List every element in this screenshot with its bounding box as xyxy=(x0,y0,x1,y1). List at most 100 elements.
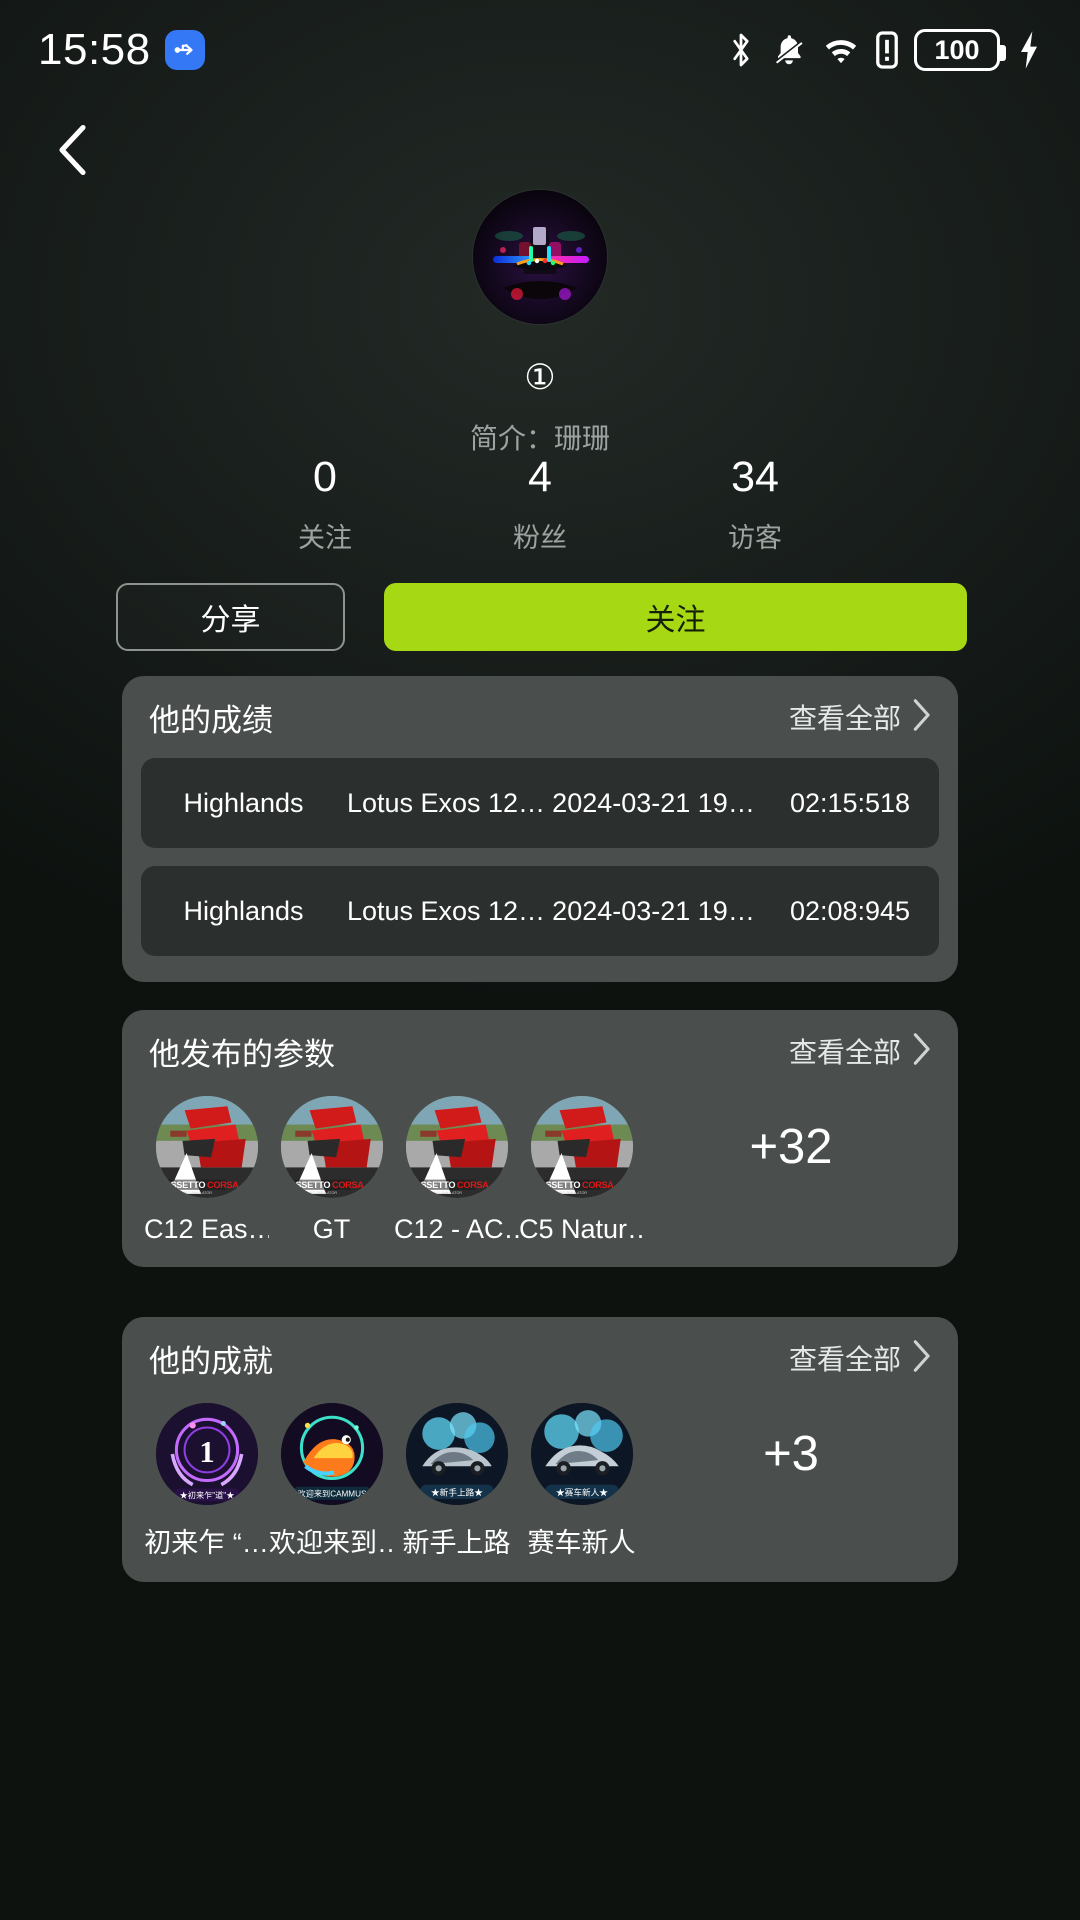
results-view-all-label: 查看全部 xyxy=(788,703,901,734)
setups-card: 他发布的参数 查看全部 ASSETTO CORSA YOUR RACING SI… xyxy=(122,1010,958,1267)
profile-screen: 15:58 100 ① 简介：珊珊 0 关注 4 粉丝 34 访客 分享 关注 … xyxy=(0,0,1080,1920)
svg-text:CORSA: CORSA xyxy=(207,1180,239,1190)
result-time: 02:15:518 xyxy=(789,787,911,818)
list-item[interactable]: ASSETTO CORSA YOUR RACING SIMULATOR C12 … xyxy=(144,1096,269,1245)
back-chevron-icon xyxy=(51,120,97,185)
svg-text:YOUR RACING SIMULATOR: YOUR RACING SIMULATOR xyxy=(539,1191,587,1195)
list-item[interactable]: ASSETTO CORSA YOUR RACING SIMULATOR GT xyxy=(269,1096,394,1245)
racing-rookie-badge-icon: ★赛车新人★ xyxy=(530,1403,633,1505)
svg-text:1: 1 xyxy=(199,1435,214,1469)
achievement-label: 新手上路 xyxy=(402,1528,511,1558)
table-row[interactable]: Highlands Lotus Exos 12… 2024-03-21 19… … xyxy=(141,866,939,956)
results-card-title: 他的成绩 xyxy=(149,702,273,738)
avatar[interactable] xyxy=(473,190,607,324)
chevron-right-icon xyxy=(911,1032,931,1071)
battery-level: 100 xyxy=(934,34,980,65)
svg-text:YOUR RACING SIMULATOR: YOUR RACING SIMULATOR xyxy=(414,1191,462,1195)
svg-text:CORSA: CORSA xyxy=(332,1180,364,1190)
status-bar-right: 100 xyxy=(726,29,1042,71)
assetto-corsa-cover-icon: ASSETTO CORSA YOUR RACING SIMULATOR xyxy=(155,1096,258,1198)
setups-more-count[interactable]: +32 xyxy=(644,1096,938,1198)
svg-text:ASSETTO: ASSETTO xyxy=(289,1180,330,1190)
table-row[interactable]: Highlands Lotus Exos 12… 2024-03-21 19… … xyxy=(141,758,939,848)
profile-bio: 简介：珊珊 xyxy=(469,423,610,454)
achievements-view-all-label: 查看全部 xyxy=(788,1344,901,1375)
achievements-badge-list: 1 ★初来乍"道"★ 初来乍 “… 欢迎来到CAMMUS 欢迎来到… ★新手上路… xyxy=(122,1399,958,1560)
result-track: Highlands xyxy=(183,787,304,818)
follow-button[interactable]: 关注 xyxy=(384,583,967,651)
status-bar: 15:58 100 xyxy=(0,0,1080,100)
svg-text:★初来乍"道"★: ★初来乍"道"★ xyxy=(179,1490,234,1500)
setups-view-all-label: 查看全部 xyxy=(788,1037,901,1068)
list-item[interactable]: 1 ★初来乍"道"★ 初来乍 “… xyxy=(144,1403,269,1560)
profile-actions: 分享 关注 xyxy=(116,583,967,651)
setups-card-title: 他发布的参数 xyxy=(149,1036,335,1072)
assetto-corsa-cover-icon: ASSETTO CORSA YOUR RACING SIMULATOR xyxy=(530,1096,633,1198)
achievements-card-header: 他的成就 查看全部 xyxy=(122,1317,958,1399)
stat-label: 粉丝 xyxy=(513,523,567,554)
achievement-label: 初来乍 “… xyxy=(144,1528,269,1558)
result-car: Lotus Exos 12… xyxy=(346,787,546,818)
stat-fans[interactable]: 4 粉丝 xyxy=(433,453,648,555)
results-card-header: 他的成绩 查看全部 xyxy=(122,676,958,758)
setups-card-header: 他发布的参数 查看全部 xyxy=(122,1010,958,1092)
result-track: Highlands xyxy=(183,895,304,926)
status-bar-clock: 15:58 xyxy=(38,25,151,74)
svg-text:★赛车新人★: ★赛车新人★ xyxy=(556,1486,608,1497)
list-item[interactable]: ★新手上路★ 新手上路 xyxy=(394,1403,519,1560)
svg-text:CORSA: CORSA xyxy=(457,1180,489,1190)
list-item[interactable]: 欢迎来到CAMMUS 欢迎来到… xyxy=(269,1403,394,1560)
avatar-wrapper xyxy=(0,190,1080,324)
svg-text:ASSETTO: ASSETTO xyxy=(414,1180,455,1190)
list-item[interactable]: ASSETTO CORSA YOUR RACING SIMULATOR C12 … xyxy=(394,1096,519,1245)
svg-text:欢迎来到CAMMUS: 欢迎来到CAMMUS xyxy=(297,1488,366,1498)
svg-text:★新手上路★: ★新手上路★ xyxy=(431,1486,483,1497)
svg-text:ASSETTO: ASSETTO xyxy=(164,1180,205,1190)
novice-driver-badge-icon: ★新手上路★ xyxy=(405,1403,508,1505)
stat-visitors[interactable]: 34 访客 xyxy=(648,453,863,555)
result-car: Lotus Exos 12… xyxy=(346,895,546,926)
achievements-card-title: 他的成就 xyxy=(149,1343,273,1379)
svg-text:CORSA: CORSA xyxy=(582,1180,614,1190)
first-visit-badge-icon: 1 ★初来乍"道"★ xyxy=(155,1403,258,1505)
achievement-label: 欢迎来到… xyxy=(269,1528,394,1558)
achievements-card: 他的成就 查看全部 1 ★初来乍"道"★ 初来乍 “… 欢迎来到CAMMUS 欢… xyxy=(122,1317,958,1582)
svg-text:YOUR RACING SIMULATOR: YOUR RACING SIMULATOR xyxy=(289,1191,337,1195)
list-item[interactable]: ★赛车新人★ 赛车新人 xyxy=(519,1403,644,1560)
setups-view-all-button[interactable]: 查看全部 xyxy=(789,1031,931,1071)
chevron-right-icon xyxy=(911,698,931,737)
stat-value: 34 xyxy=(731,453,779,501)
stat-following[interactable]: 0 关注 xyxy=(218,453,433,555)
profile-stats: 0 关注 4 粉丝 34 访客 xyxy=(0,453,1080,555)
list-item[interactable]: ASSETTO CORSA YOUR RACING SIMULATOR C5 N… xyxy=(519,1096,644,1245)
results-card: 他的成绩 查看全部 Highlands Lotus Exos 12… 2024-… xyxy=(122,676,958,982)
setup-label: C12 - AC… xyxy=(394,1214,519,1244)
stat-value: 4 xyxy=(528,453,552,501)
setup-label: GT xyxy=(312,1214,351,1244)
result-time: 02:08:945 xyxy=(789,895,911,926)
usb-icon xyxy=(164,30,205,70)
wifi-icon xyxy=(822,33,860,67)
achievement-label: 赛车新人 xyxy=(527,1528,636,1558)
share-button[interactable]: 分享 xyxy=(116,583,345,651)
svg-text:YOUR RACING SIMULATOR: YOUR RACING SIMULATOR xyxy=(164,1191,212,1195)
result-date: 2024-03-21 19… xyxy=(552,895,755,926)
stat-value: 0 xyxy=(313,453,337,501)
stat-label: 访客 xyxy=(728,523,782,554)
sim-alert-icon xyxy=(876,31,898,69)
achievements-view-all-button[interactable]: 查看全部 xyxy=(789,1338,931,1378)
avatar-image xyxy=(473,190,607,324)
results-view-all-button[interactable]: 查看全部 xyxy=(789,697,931,737)
assetto-corsa-cover-icon: ASSETTO CORSA YOUR RACING SIMULATOR xyxy=(405,1096,508,1198)
assetto-corsa-cover-icon: ASSETTO CORSA YOUR RACING SIMULATOR xyxy=(280,1096,383,1198)
bluetooth-icon xyxy=(726,31,756,69)
charging-bolt-icon xyxy=(1016,30,1042,70)
svg-text:ASSETTO: ASSETTO xyxy=(539,1180,580,1190)
profile-nickname: ① xyxy=(524,358,556,397)
back-button[interactable] xyxy=(34,112,114,192)
welcome-cammus-badge-icon: 欢迎来到CAMMUS xyxy=(280,1403,383,1505)
result-date: 2024-03-21 19… xyxy=(552,787,755,818)
battery-indicator: 100 xyxy=(914,29,1006,71)
chevron-right-icon xyxy=(911,1339,931,1378)
achievements-more-count[interactable]: +3 xyxy=(644,1403,938,1505)
